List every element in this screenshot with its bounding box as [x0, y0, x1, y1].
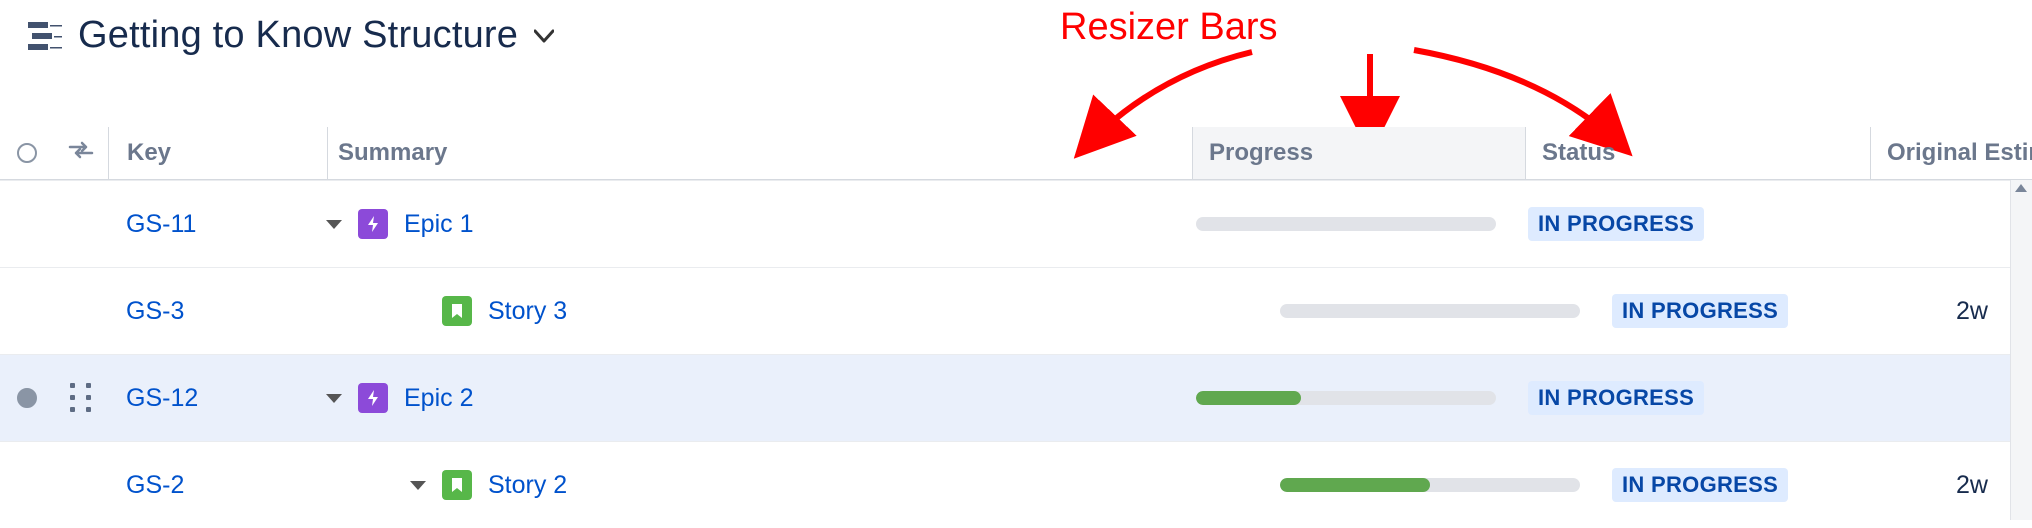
table-row[interactable]: GS-11 Epic 1 IN PROGRESS: [0, 180, 2032, 267]
status-badge[interactable]: IN PROGRESS: [1528, 207, 1704, 241]
scrollbar-track: [2010, 180, 2032, 520]
progress-bar: [1196, 217, 1496, 231]
header-summary[interactable]: Summary: [328, 139, 1192, 167]
circle-icon: [17, 143, 37, 163]
header-estimate[interactable]: Original Estimate: [1871, 127, 2032, 179]
issue-summary-link[interactable]: Story 2: [488, 471, 567, 500]
structure-icon: [28, 22, 62, 50]
table-row[interactable]: GS-2 Story 2 IN PROGRESS 2w: [0, 441, 2032, 528]
table-row[interactable]: GS-12 Epic 2 IN PROGRESS: [0, 354, 2032, 441]
story-icon: [442, 470, 472, 500]
progress-bar: [1196, 391, 1496, 405]
issue-summary-link[interactable]: Epic 1: [404, 210, 473, 239]
summary-cell: Story 3: [326, 296, 1264, 326]
drag-icon: [70, 383, 92, 413]
expand-toggle-icon[interactable]: [410, 481, 426, 490]
row-drag-handle[interactable]: [54, 383, 108, 413]
title-dropdown-icon[interactable]: [534, 22, 554, 50]
progress-cell: [1264, 304, 1596, 318]
status-cell: IN PROGRESS: [1596, 468, 1940, 502]
summary-cell: Story 2: [326, 470, 1264, 500]
header-key[interactable]: Key: [109, 127, 328, 179]
circle-icon: [17, 388, 37, 408]
progress-bar: [1280, 478, 1580, 492]
progress-cell: [1264, 478, 1596, 492]
progress-bar: [1280, 304, 1580, 318]
progress-cell: [1180, 217, 1512, 231]
progress-fill: [1196, 391, 1301, 405]
header-progress-label: Progress: [1209, 139, 1313, 167]
status-badge[interactable]: IN PROGRESS: [1612, 294, 1788, 328]
title-bar: Getting to Know Structure: [0, 0, 2032, 67]
scrollbar-up-icon: [2015, 184, 2027, 192]
summary-cell: Epic 2: [326, 383, 1180, 413]
estimate-value: 2w: [1956, 297, 1988, 326]
summary-cell: Epic 1: [326, 209, 1180, 239]
structure-title[interactable]: Getting to Know Structure: [78, 14, 518, 57]
header-progress[interactable]: Progress: [1192, 127, 1526, 179]
header-summary-label: Summary: [338, 139, 447, 167]
structure-table: Key Summary Progress Status Original Est…: [0, 127, 2032, 528]
header-select-all[interactable]: [0, 143, 54, 163]
row-select[interactable]: [0, 388, 54, 408]
progress-fill: [1280, 478, 1430, 492]
sync-icon: [68, 139, 94, 168]
epic-icon: [358, 209, 388, 239]
expand-toggle-icon[interactable]: [326, 220, 342, 229]
header-status[interactable]: Status: [1526, 127, 1871, 179]
vertical-scrollbar[interactable]: [2010, 180, 2032, 520]
issue-summary-link[interactable]: Epic 2: [404, 384, 473, 413]
status-badge[interactable]: IN PROGRESS: [1528, 381, 1704, 415]
status-cell: IN PROGRESS: [1512, 381, 1856, 415]
status-cell: IN PROGRESS: [1596, 294, 1940, 328]
table-header-row: Key Summary Progress Status Original Est…: [0, 127, 2032, 180]
issue-key-cell: GS-11: [108, 210, 326, 239]
progress-cell: [1180, 391, 1512, 405]
header-status-label: Status: [1542, 139, 1615, 167]
header-sync[interactable]: [54, 127, 109, 179]
epic-icon: [358, 383, 388, 413]
expand-toggle-icon[interactable]: [326, 394, 342, 403]
status-cell: IN PROGRESS: [1512, 207, 1856, 241]
issue-key-cell: GS-3: [108, 297, 326, 326]
header-estimate-label: Original Estimate: [1887, 139, 2032, 167]
issue-key-link[interactable]: GS-2: [126, 471, 184, 499]
issue-summary-link[interactable]: Story 3: [488, 297, 567, 326]
issue-key-link[interactable]: GS-12: [126, 384, 198, 412]
status-badge[interactable]: IN PROGRESS: [1612, 468, 1788, 502]
table-row[interactable]: GS-3 Story 3 IN PROGRESS 2w: [0, 267, 2032, 354]
issue-key-cell: GS-2: [108, 471, 326, 500]
issue-key-link[interactable]: GS-3: [126, 297, 184, 325]
story-icon: [442, 296, 472, 326]
issue-key-link[interactable]: GS-11: [126, 210, 196, 238]
estimate-value: 2w: [1956, 471, 1988, 500]
header-key-label: Key: [127, 139, 171, 167]
issue-key-cell: GS-12: [108, 384, 326, 413]
